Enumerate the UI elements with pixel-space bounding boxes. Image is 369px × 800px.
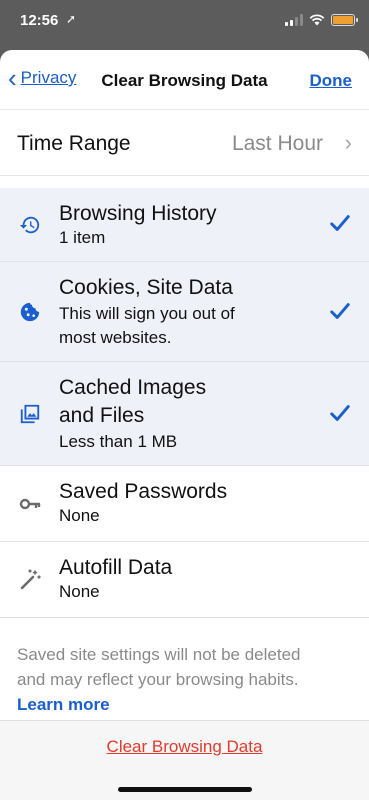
list-item-autofill-data[interactable]: Autofill Data None — [0, 542, 369, 618]
item-subtitle: 1 item — [59, 228, 106, 247]
status-icons — [285, 14, 358, 26]
time-range-row[interactable]: Time Range Last Hour › — [0, 110, 369, 176]
item-title-line2: and Files — [59, 404, 145, 427]
item-title: Saved Passwords — [59, 480, 228, 503]
navigation-bar: ‹ Privacy Clear Browsing Data Done — [0, 50, 369, 110]
learn-more-link[interactable]: Learn more — [17, 692, 352, 717]
checkmark-icon — [329, 402, 351, 429]
key-icon — [18, 492, 42, 516]
home-indicator[interactable] — [118, 787, 252, 792]
location-icon: ➚ — [66, 12, 77, 26]
list-item-cookies[interactable]: Cookies, Site Data This will sign you ou… — [0, 262, 369, 362]
battery-icon — [331, 14, 358, 26]
clear-browsing-data-sheet: ‹ Privacy Clear Browsing Data Done Time … — [0, 50, 369, 800]
status-bar: 12:56 ➚ — [0, 0, 369, 46]
history-icon — [18, 213, 42, 237]
footer-note: Saved site settings will not be deleted … — [0, 618, 369, 717]
clock: 12:56 — [20, 12, 59, 29]
item-title: Browsing History — [59, 202, 217, 225]
image-icon — [18, 402, 42, 426]
bottom-toolbar: Clear Browsing Data — [0, 720, 369, 800]
section-gap — [0, 176, 369, 188]
item-title: Autofill Data — [59, 556, 173, 579]
list-item-saved-passwords[interactable]: Saved Passwords None — [0, 466, 369, 542]
item-subtitle-line2: most websites. — [59, 328, 172, 347]
cookie-icon — [18, 300, 42, 324]
item-subtitle: Less than 1 MB — [59, 432, 178, 451]
item-title-line1: Cached Images — [59, 376, 207, 399]
list-item-cached-images[interactable]: Cached Images and Files Less than 1 MB — [0, 362, 369, 466]
item-subtitle: None — [59, 506, 100, 525]
time-range-label: Time Range — [17, 132, 131, 155]
item-subtitle-line1: This will sign you out of — [59, 304, 235, 323]
checkmark-icon — [329, 300, 351, 327]
item-title: Cookies, Site Data — [59, 276, 233, 299]
chevron-right-icon: › — [344, 130, 352, 155]
footer-note-line2: and may reflect your browsing habits. — [17, 670, 299, 689]
done-button[interactable]: Done — [310, 71, 353, 91]
time-range-value: Last Hour — [231, 132, 323, 155]
magic-wand-icon — [18, 568, 42, 592]
signal-icon — [285, 14, 303, 26]
clear-browsing-data-button[interactable]: Clear Browsing Data — [0, 737, 369, 757]
item-subtitle: None — [59, 582, 100, 601]
footer-note-line1: Saved site settings will not be deleted — [17, 645, 301, 664]
wifi-icon — [309, 14, 325, 26]
list-item-browsing-history[interactable]: Browsing History 1 item — [0, 188, 369, 262]
checkmark-icon — [329, 212, 351, 239]
